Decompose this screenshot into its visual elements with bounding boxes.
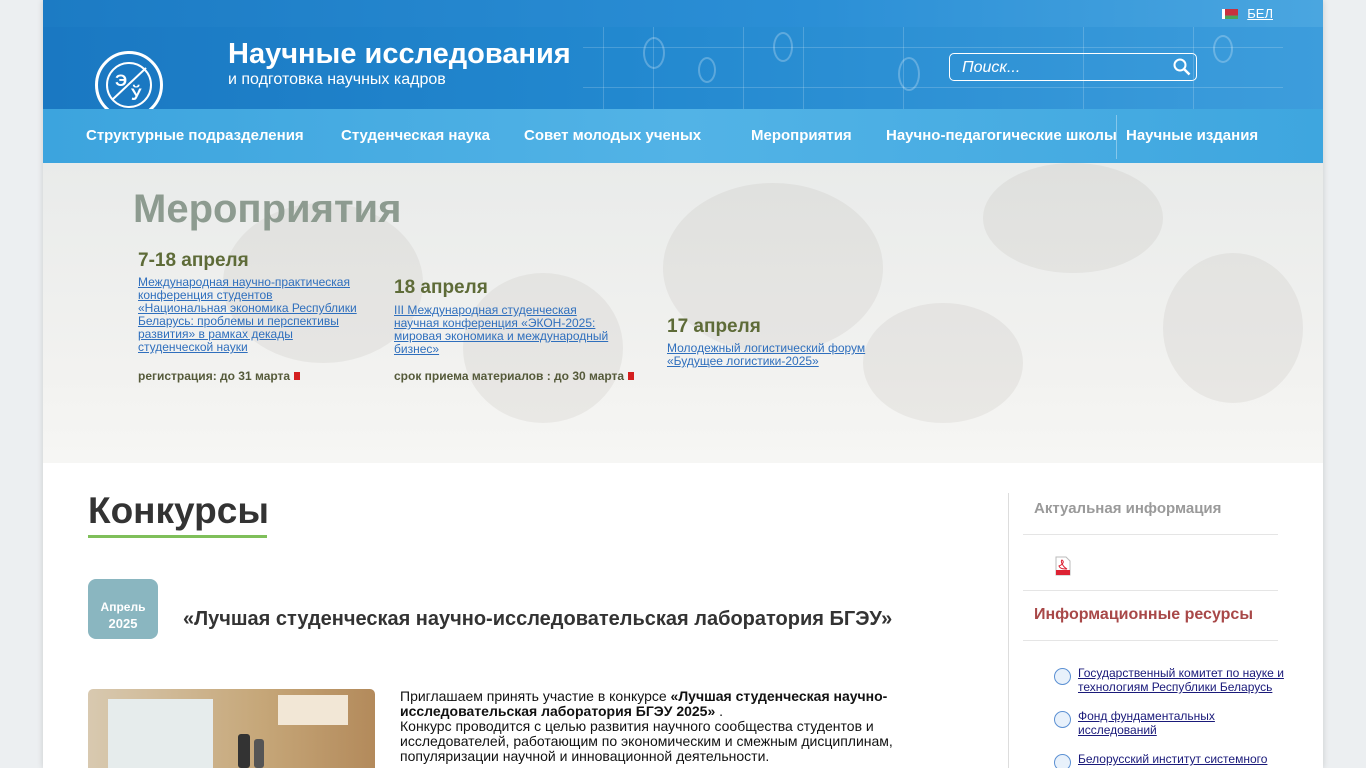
globe-icon xyxy=(1054,754,1071,768)
logo-emblem-icon: Э Ў xyxy=(106,62,152,108)
event-date: 18 апреля xyxy=(394,277,488,298)
event-link[interactable]: III Международная студенческая научная к… xyxy=(394,304,609,356)
pdf-icon[interactable] xyxy=(1055,556,1071,576)
resource-link[interactable]: Фонд фундаментальных исследований xyxy=(1078,709,1293,737)
site-subtitle: и подготовка научных кадров xyxy=(228,71,446,88)
actual-info-title: Актуальная информация xyxy=(1034,500,1222,517)
news-body: Приглашаем принять участие в конкурсе «Л… xyxy=(400,688,893,764)
sidebar-divider xyxy=(1008,493,1009,768)
event-date: 17 апреля xyxy=(667,316,761,337)
date-badge: Апрель 2025 xyxy=(88,579,158,639)
news-title[interactable]: «Лучшая студенческая научно-исследовател… xyxy=(183,608,892,631)
page: БЕЛ Э Ў Научные исследования и подготовк… xyxy=(43,0,1323,768)
events-banner: Мероприятия 7-18 апреля Международная на… xyxy=(43,163,1323,463)
resource-link[interactable]: Государственный комитет по науке и техно… xyxy=(1078,666,1293,694)
search-input[interactable] xyxy=(960,57,1164,79)
events-title: Мероприятия xyxy=(133,187,402,231)
nav-item-schools[interactable]: Научно-педагогические школы xyxy=(886,109,1117,163)
nav-item-publications[interactable]: Научные издания xyxy=(1126,109,1258,163)
event-link[interactable]: Молодежный логистический форум «Будущее … xyxy=(667,342,897,368)
flag-icon xyxy=(294,372,301,380)
divider xyxy=(1023,640,1278,641)
event-link[interactable]: Международная научно-практическая конфер… xyxy=(138,276,358,354)
belarus-flag-icon xyxy=(1222,9,1238,19)
divider xyxy=(1023,590,1278,591)
globe-icon xyxy=(1054,711,1071,728)
top-strip: БЕЛ xyxy=(43,0,1323,27)
site-title[interactable]: Научные исследования xyxy=(228,38,571,71)
news-photo xyxy=(88,689,375,768)
globe-icon xyxy=(1054,668,1071,685)
event-note: срок приема материалов : до 30 марта xyxy=(394,369,635,383)
divider xyxy=(1023,534,1278,535)
svg-text:Э: Э xyxy=(115,71,127,90)
resource-link[interactable]: Белорусский институт системного xyxy=(1078,752,1293,766)
title-underline xyxy=(88,535,267,538)
header: Э Ў Научные исследования и подготовка на… xyxy=(43,27,1323,109)
main-nav: Структурные подразделения Студенческая н… xyxy=(43,109,1323,163)
search-box xyxy=(949,53,1197,81)
search-icon[interactable] xyxy=(1173,58,1191,76)
svg-text:Ў: Ў xyxy=(130,84,142,104)
info-resources-title: Информационные ресурсы xyxy=(1034,606,1253,623)
nav-item-events[interactable]: Мероприятия xyxy=(751,109,852,163)
event-date: 7-18 апреля xyxy=(138,250,249,271)
page-title: Конкурсы xyxy=(88,490,269,531)
nav-item-student-science[interactable]: Студенческая наука xyxy=(341,109,490,163)
nav-item-structure[interactable]: Структурные подразделения xyxy=(86,109,304,163)
university-logo[interactable]: Э Ў xyxy=(95,51,163,109)
nav-separator xyxy=(1116,115,1117,159)
language-switch[interactable]: БЕЛ xyxy=(1247,6,1273,21)
flag-icon xyxy=(628,372,635,380)
nav-item-young-scientists[interactable]: Совет молодых ученых xyxy=(524,109,701,163)
event-note: регистрация: до 31 марта xyxy=(138,369,301,383)
